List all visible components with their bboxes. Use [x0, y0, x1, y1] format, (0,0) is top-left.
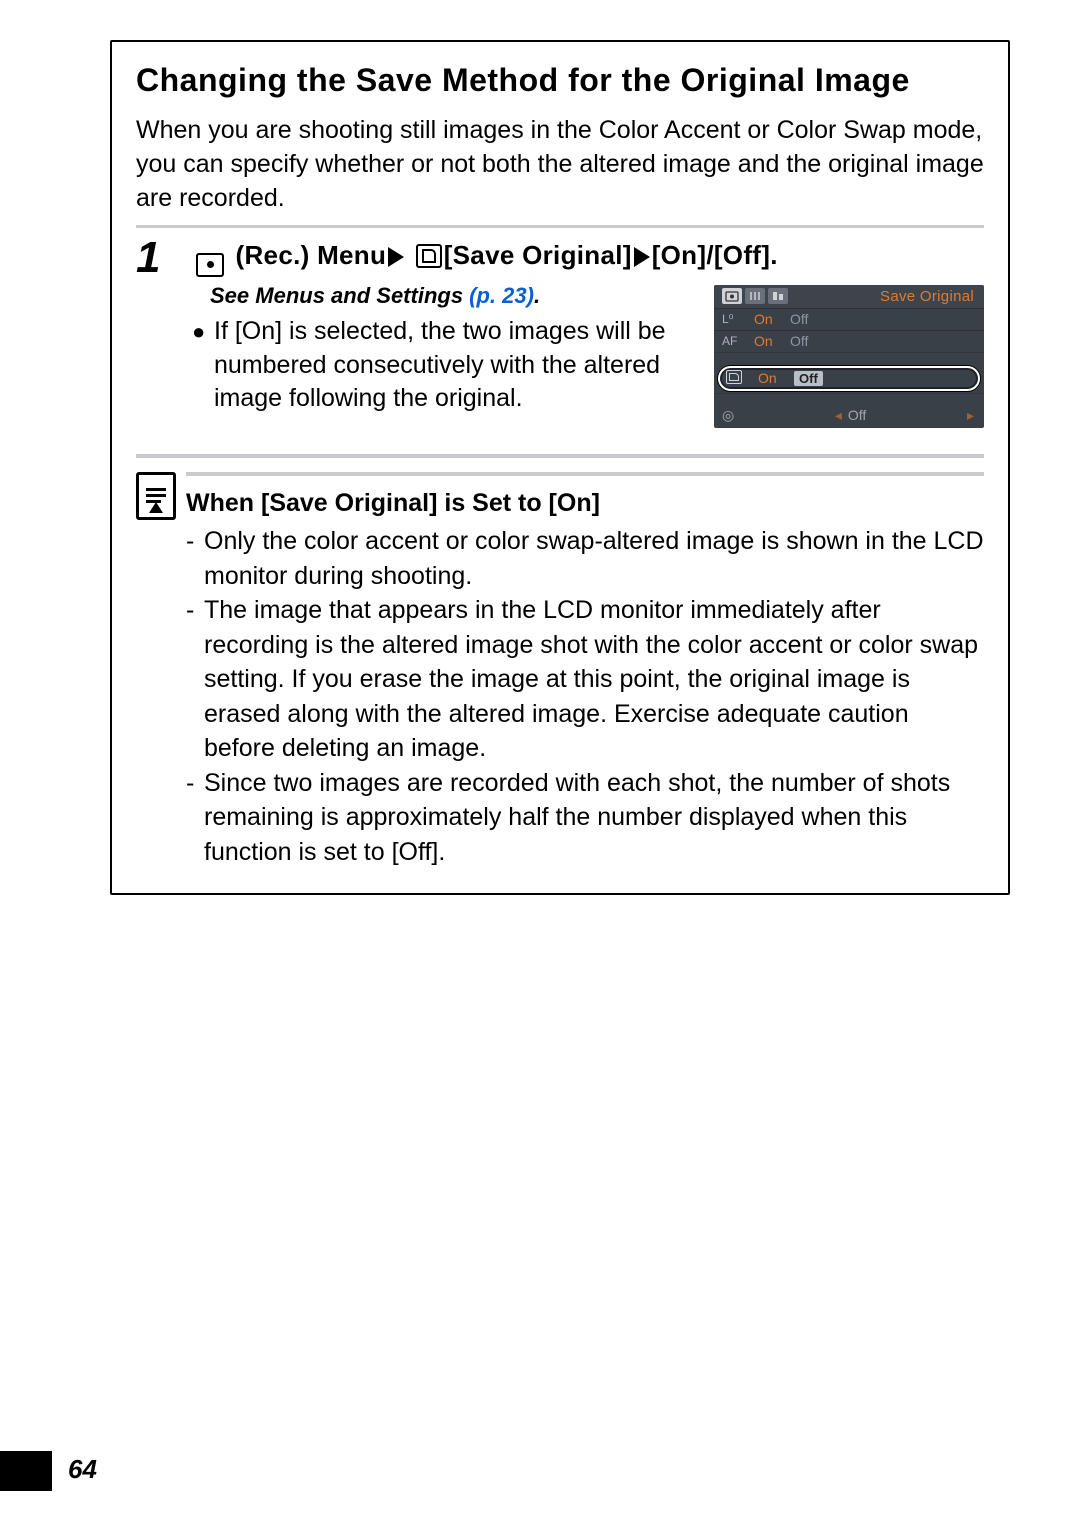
- list-item: -The image that appears in the LCD monit…: [186, 593, 984, 766]
- step-body: (Rec.) Menu [Save Original] [On]/[Off].: [192, 228, 984, 436]
- lcd-tab-tools-icon: [745, 288, 765, 304]
- bullet-text: If [On] is selected, the two images will…: [214, 315, 702, 416]
- lcd-footer: ◎ ◂ Off ▸: [714, 405, 984, 428]
- redeye-icon: ◎: [722, 407, 734, 424]
- list-item: -Since two images are recorded with each…: [186, 766, 984, 870]
- lcd-menu-row: [714, 393, 984, 405]
- divider: [186, 472, 984, 476]
- heading-part-save: [Save Original]: [444, 240, 632, 270]
- lcd-screenshot: Save Original L⁰ On Off AF On Off: [714, 285, 984, 428]
- manual-page: Changing the Save Method for the Origina…: [0, 0, 1080, 1521]
- step-1: 1 (Rec.) Menu [Save Original] [On]/[Off].: [136, 228, 984, 436]
- section-title: Changing the Save Method for the Origina…: [136, 60, 984, 100]
- heading-part-rec: (Rec.) Menu: [228, 240, 386, 270]
- see-ref-suffix: .: [534, 283, 540, 308]
- page-number-tab: [0, 1451, 52, 1491]
- note-item-text: The image that appears in the LCD monito…: [204, 593, 984, 766]
- note-item-text: Only the color accent or color swap-alte…: [204, 524, 984, 593]
- list-item: -Only the color accent or color swap-alt…: [186, 524, 984, 593]
- lcd-tab-setup-icon: [768, 288, 788, 304]
- note-title: When [Save Original] is Set to [On]: [186, 486, 984, 521]
- note-list: -Only the color accent or color swap-alt…: [186, 524, 984, 869]
- lcd-tab-rec-icon: [722, 288, 742, 304]
- arrow-icon: [388, 247, 404, 267]
- lcd-off-label: Off: [848, 407, 866, 423]
- lcd-on-label: On: [754, 333, 780, 349]
- note-icon-column: [136, 472, 186, 520]
- note-block: When [Save Original] is Set to [On] -Onl…: [136, 472, 984, 870]
- heading-part-onoff: [On]/[Off].: [652, 240, 778, 270]
- lcd-off-label: Off: [790, 311, 808, 327]
- lcd-row-icon: L⁰: [722, 312, 744, 326]
- lcd-on-label: On: [754, 311, 780, 327]
- lcd-on-label: On: [758, 370, 784, 386]
- arrow-icon: [634, 247, 650, 267]
- step-bullet: ● If [On] is selected, the two images wi…: [192, 315, 702, 416]
- lcd-header: Save Original: [714, 285, 984, 308]
- right-arrow-icon: ▸: [967, 407, 974, 424]
- lcd-selected-row: On Off: [718, 366, 980, 391]
- save-original-icon: [416, 244, 442, 268]
- intro-paragraph: When you are shooting still images in th…: [136, 114, 984, 215]
- save-original-icon: [726, 370, 748, 387]
- lcd-menu-row: AF On Off: [714, 330, 984, 352]
- see-ref-text: See Menus and Settings: [210, 283, 469, 308]
- content-frame: Changing the Save Method for the Origina…: [110, 40, 1010, 895]
- camera-rec-icon: [196, 253, 224, 277]
- lcd-off-selected: Off: [794, 371, 823, 386]
- lcd-menu-title: Save Original: [880, 288, 974, 305]
- lcd-row-icon: AF: [722, 334, 744, 348]
- divider: [136, 454, 984, 458]
- left-arrow-icon: ◂: [835, 407, 842, 424]
- lcd-menu-row: L⁰ On Off: [714, 308, 984, 330]
- lcd-menu-row: [714, 352, 984, 364]
- note-body: When [Save Original] is Set to [On] -Onl…: [186, 472, 984, 870]
- note-item-text: Since two images are recorded with each …: [204, 766, 984, 870]
- lcd-off-label: Off: [790, 333, 808, 349]
- step-heading: (Rec.) Menu [Save Original] [On]/[Off].: [192, 238, 984, 277]
- page-reference-link[interactable]: (p. 23): [469, 283, 534, 308]
- note-icon: [136, 472, 176, 520]
- lcd-screen: Save Original L⁰ On Off AF On Off: [714, 285, 984, 428]
- bullet-icon: ●: [192, 315, 214, 347]
- step-number: 1: [136, 228, 192, 280]
- page-number: 64: [68, 1454, 97, 1485]
- lcd-tabs: [722, 288, 788, 304]
